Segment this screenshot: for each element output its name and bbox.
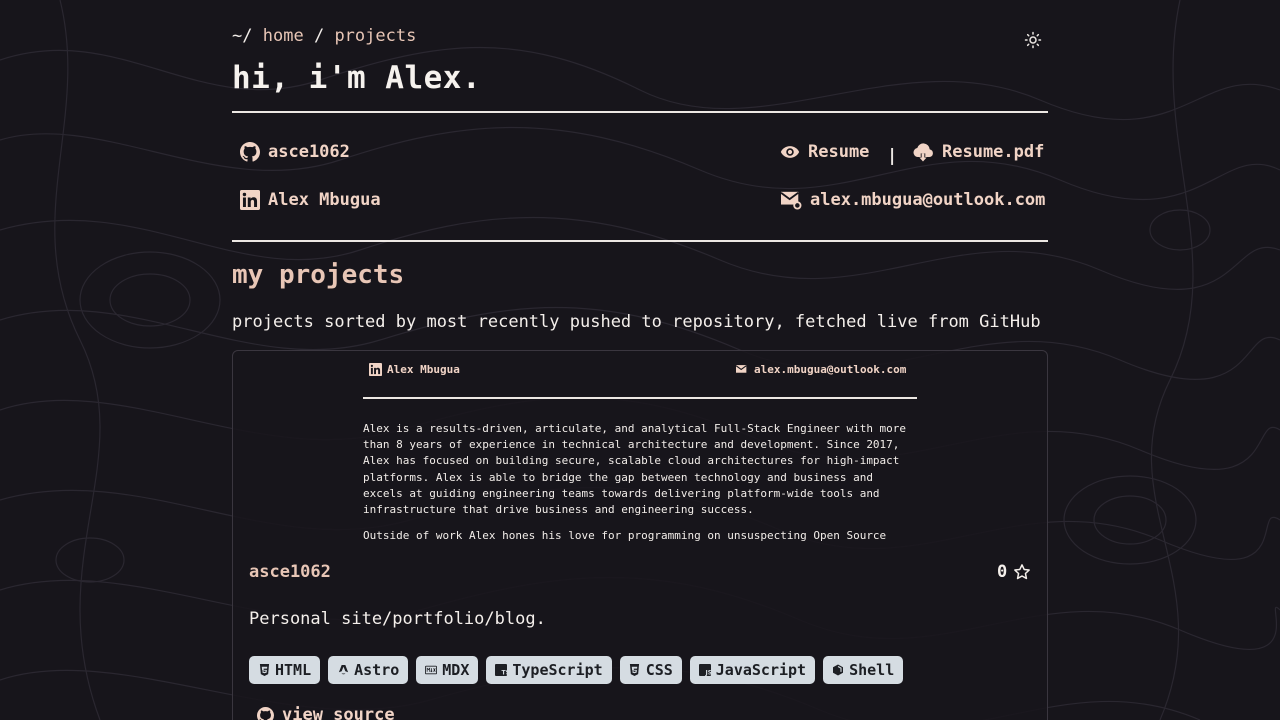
- star-count: 0: [997, 562, 1031, 582]
- page-title: hi, i'm Alex.: [232, 60, 482, 96]
- astro-icon: [337, 664, 349, 676]
- email-link[interactable]: alex.mbugua@outlook.com: [780, 190, 1045, 210]
- eye-icon: [780, 146, 800, 158]
- bio-line: Alex is a results-driven, articulate, an…: [363, 422, 907, 435]
- preview-divider: [363, 397, 917, 399]
- bio-line: platforms. Alex is able to bridge the ga…: [363, 470, 873, 484]
- css3-icon: [629, 664, 641, 676]
- bio-line: Alex has focused on building secure, sca…: [363, 454, 900, 468]
- preview-bio: Alex is a results-driven, articulate, an…: [363, 421, 919, 543]
- breadcrumb-home-link[interactable]: home: [263, 26, 304, 46]
- preview-linkedin-name: Alex Mbugua: [387, 363, 460, 376]
- resume-download-link[interactable]: Resume.pdf: [912, 142, 1044, 162]
- sun-icon: [1024, 31, 1042, 49]
- star-icon: [1014, 564, 1031, 580]
- link-separator: |: [887, 146, 898, 166]
- typescript-icon: TS: [495, 664, 508, 677]
- tag-label: MDX: [442, 661, 470, 679]
- tag-javascript: JS JavaScript: [689, 656, 816, 684]
- github-link[interactable]: asce1062: [240, 142, 350, 162]
- preview-paragraph-1: Alex is a results-driven, articulate, an…: [363, 421, 919, 518]
- repo-description: Personal site/portfolio/blog.: [249, 609, 546, 629]
- bio-line: infrastructure that drive business and e…: [363, 503, 754, 517]
- tag-mdx: MDX: [416, 656, 479, 684]
- tag-astro: Astro: [328, 656, 409, 684]
- tag-typescript: TS TypeScript: [486, 656, 612, 684]
- project-card[interactable]: Alex Mbugua alex.mbugua@outlook.com Alex…: [232, 350, 1048, 720]
- tag-shell: Shell: [823, 656, 904, 684]
- breadcrumb-root: ~/: [232, 26, 253, 46]
- linkedin-icon: [369, 363, 382, 376]
- linkedin-icon: [240, 190, 260, 210]
- preview-paragraph-2: Outside of work Alex hones his love for …: [363, 529, 887, 543]
- tag-label: CSS: [645, 661, 673, 679]
- shell-icon: [832, 664, 844, 676]
- html5-icon: [258, 664, 270, 676]
- preview-email: alex.mbugua@outlook.com: [735, 363, 906, 376]
- bio-line: than 8 years of experience in technical …: [363, 438, 900, 452]
- github-icon: [240, 142, 260, 162]
- cloud-download-icon: [913, 143, 933, 162]
- divider: [232, 111, 1048, 113]
- mdx-icon: [425, 664, 438, 676]
- github-icon: [257, 706, 274, 720]
- javascript-icon: JS: [698, 664, 711, 677]
- tag-label: HTML: [275, 661, 312, 679]
- section-heading: my projects: [232, 260, 405, 290]
- theme-toggle-button[interactable]: [1022, 29, 1044, 51]
- tag-css: CSS: [619, 656, 682, 684]
- star-count-value: 0: [997, 562, 1008, 582]
- svg-text:JS: JS: [704, 670, 711, 677]
- mail-icon: [735, 364, 747, 373]
- bio-line: excels at guiding engineering teams towa…: [363, 486, 880, 500]
- view-source-link[interactable]: view source: [257, 705, 395, 720]
- resume-pdf-label: Resume.pdf: [942, 142, 1045, 162]
- breadcrumb: ~/ home / projects: [232, 26, 416, 46]
- tag-html: HTML: [249, 656, 321, 684]
- mail-icon: [780, 191, 802, 210]
- project-preview-image: Alex Mbugua alex.mbugua@outlook.com Alex…: [363, 351, 919, 543]
- linkedin-name: Alex Mbugua: [268, 190, 381, 210]
- github-username: asce1062: [268, 142, 350, 162]
- email-address: alex.mbugua@outlook.com: [810, 190, 1046, 210]
- resume-view-link[interactable]: Resume: [780, 142, 869, 162]
- view-source-label: view source: [282, 705, 395, 720]
- section-subtitle: projects sorted by most recently pushed …: [232, 312, 1041, 332]
- breadcrumb-separator: /: [313, 26, 325, 46]
- tag-label: TypeScript: [512, 661, 603, 679]
- divider: [232, 240, 1048, 242]
- resume-label: Resume: [808, 142, 870, 162]
- tag-label: JavaScript: [715, 661, 807, 679]
- tag-label: Astro: [354, 661, 400, 679]
- repo-name-link[interactable]: asce1062: [249, 562, 331, 582]
- svg-text:TS: TS: [502, 670, 508, 677]
- linkedin-link[interactable]: Alex Mbugua: [240, 190, 381, 210]
- breadcrumb-current[interactable]: projects: [334, 26, 416, 46]
- language-tags: HTML Astro MDX TS TypeScript CSS JS Java…: [249, 656, 904, 684]
- preview-email-address: alex.mbugua@outlook.com: [754, 363, 907, 376]
- tag-label: Shell: [849, 661, 895, 679]
- preview-linkedin: Alex Mbugua: [369, 363, 460, 376]
